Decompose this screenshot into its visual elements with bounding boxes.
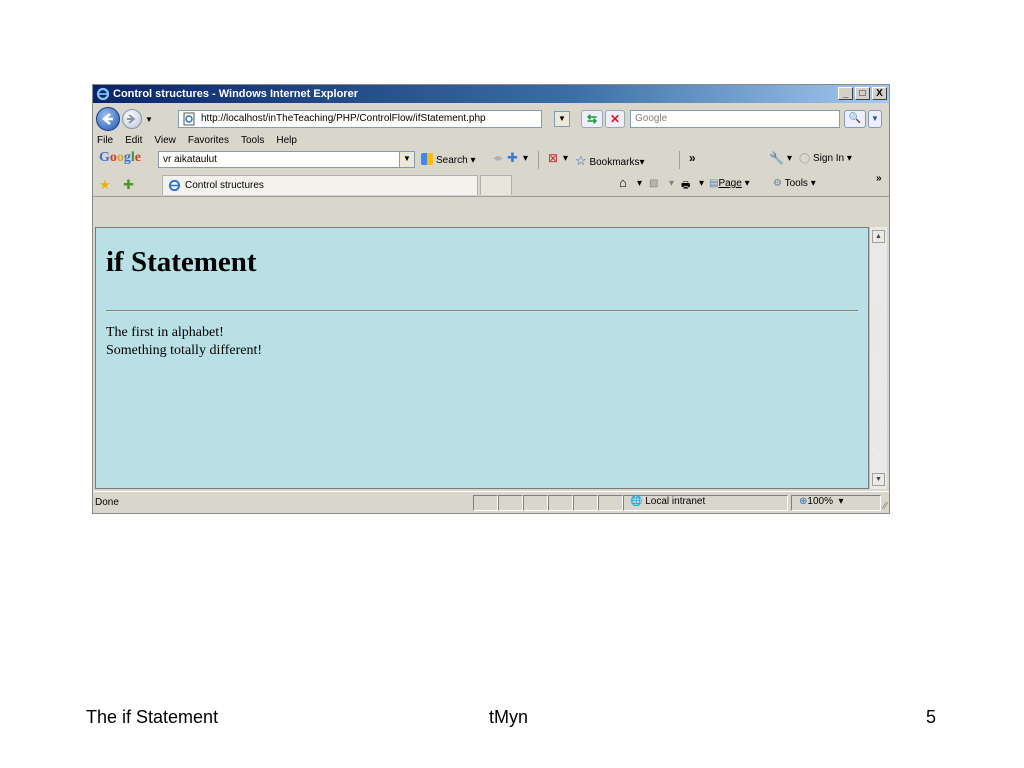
star-icon: ☆ <box>575 153 587 168</box>
recent-pages-dropdown-icon[interactable]: ▼ <box>145 115 153 124</box>
menu-view[interactable]: View <box>154 135 176 146</box>
refresh-button[interactable]: ⇆ <box>581 110 603 128</box>
globe-icon: 🌐 <box>630 496 643 507</box>
footer-left: The if Statement <box>86 707 219 727</box>
wrench-icon[interactable]: 🔧 <box>769 151 784 165</box>
more-commands-chevron[interactable]: » <box>876 173 882 184</box>
magnifier-icon: 🔍 <box>848 113 862 124</box>
address-url: http://localhost/inTheTeaching/PHP/Contr… <box>201 113 486 124</box>
favorites-star-icon[interactable]: ★ <box>99 177 111 193</box>
google-search-input[interactable]: vr aikataulut <box>158 151 413 168</box>
feeds-icon[interactable]: ▧ <box>649 178 658 189</box>
horizontal-rule <box>106 310 858 312</box>
address-row: ▼ http://localhost/inTheTeaching/PHP/Con… <box>93 105 889 133</box>
browser-window: Control structures - Windows Internet Ex… <box>92 84 890 514</box>
page-menu-button[interactable]: ▤Page ▾ <box>709 178 750 189</box>
toolbar-separator-icon: ◂▸ <box>493 153 504 164</box>
resize-grip-icon[interactable]: ⁄⁄ <box>884 501 887 512</box>
security-zone[interactable]: 🌐 Local intranet <box>630 495 705 511</box>
home-dropdown-icon[interactable]: ▾ <box>637 178 642 189</box>
page-heading: if Statement <box>106 246 257 278</box>
ie-tab-icon <box>168 179 181 192</box>
address-input[interactable]: http://localhost/inTheTeaching/PHP/Contr… <box>178 110 542 128</box>
google-query-dropdown[interactable]: ▼ <box>399 151 415 168</box>
address-dropdown-button[interactable]: ▼ <box>554 111 570 127</box>
google-search-label: Search <box>436 155 468 166</box>
menu-favorites[interactable]: Favorites <box>188 135 229 146</box>
user-circle-icon: ◯ <box>799 153 811 164</box>
status-pane <box>523 495 548 511</box>
favorites-bar: ★ ✚ Control structures ⌂ ▾ ▧ ▾ 🖶 ▾ ▤Page… <box>93 172 889 197</box>
menu-bar: File Edit View Favorites Tools Help <box>97 135 297 146</box>
menu-help[interactable]: Help <box>276 135 297 146</box>
status-pane <box>473 495 498 511</box>
scroll-up-arrow[interactable]: ▲ <box>872 230 885 243</box>
tools-gear-icon: ⚙ <box>773 178 782 189</box>
google-toolbar: Google vr aikataulut ▼ Search ▾ ◂▸ ✚ ▾ ⊠… <box>93 148 889 170</box>
page-icon <box>183 112 195 126</box>
page-content: if Statement The first in alphabet! Some… <box>95 227 869 489</box>
more-tools-chevron[interactable]: » <box>689 151 696 165</box>
menu-file[interactable]: File <box>97 135 113 146</box>
status-pane <box>598 495 623 511</box>
footer-page-number: 5 <box>926 707 937 727</box>
sign-in-label: Sign In <box>812 153 845 164</box>
new-tab-button[interactable] <box>480 175 512 195</box>
sign-in-button[interactable]: ◯ Sign In ▾ <box>799 153 852 164</box>
menu-edit[interactable]: Edit <box>125 135 142 146</box>
search-input[interactable]: Google <box>630 110 840 128</box>
search-button[interactable]: 🔍 <box>844 110 866 128</box>
popup-blocker-icon[interactable]: ⊠ <box>548 151 558 165</box>
toolbar-divider <box>538 151 539 169</box>
status-bar: Done 🌐 Local intranet ⊕100% ▾ ⁄⁄ <box>93 491 889 513</box>
tools-menu-button[interactable]: ⚙ Tools ▾ <box>773 178 816 189</box>
settings-dropdown-icon[interactable]: ▾ <box>787 153 792 164</box>
tools-menu-label: Tools <box>784 178 808 189</box>
puzzle-dropdown-icon[interactable]: ▾ <box>523 153 528 164</box>
content-line-1: The first in alphabet! <box>106 325 224 340</box>
page-menu-label: Page <box>718 178 742 189</box>
zoom-level[interactable]: ⊕100% ▾ <box>799 495 844 511</box>
popup-blocker-dropdown-icon[interactable]: ▾ <box>563 153 568 164</box>
back-arrow-icon <box>102 113 113 125</box>
stop-button[interactable]: ✕ <box>605 110 625 128</box>
google-search-icon <box>421 153 433 165</box>
close-button[interactable]: X <box>872 87 887 100</box>
back-button[interactable] <box>96 107 120 131</box>
bookmarks-label: Bookmarks <box>589 157 640 168</box>
vertical-scrollbar[interactable]: ▲ ▼ <box>869 227 887 489</box>
puzzle-icon[interactable]: ✚ <box>507 150 518 166</box>
print-dropdown-icon[interactable]: ▾ <box>699 178 704 189</box>
status-pane <box>548 495 573 511</box>
print-icon[interactable]: 🖶 <box>681 178 690 195</box>
bookmarks-button[interactable]: ☆ Bookmarks▾ <box>575 153 644 169</box>
maximize-button[interactable]: □ <box>855 87 870 100</box>
zoom-value: 100% <box>807 496 833 507</box>
zone-label: Local intranet <box>645 496 706 507</box>
toolbar-divider <box>679 151 680 169</box>
title-bar: Control structures - Windows Internet Ex… <box>93 85 889 103</box>
tab-title: Control structures <box>185 180 264 191</box>
search-options-dropdown[interactable]: ▼ <box>868 110 882 128</box>
forward-arrow-icon <box>127 114 136 124</box>
ie-logo-icon <box>96 87 110 101</box>
scroll-down-arrow[interactable]: ▼ <box>872 473 885 486</box>
content-line-2: Something totally different! <box>106 343 263 358</box>
google-search-button[interactable]: Search ▾ <box>421 153 476 166</box>
forward-button[interactable] <box>122 109 142 129</box>
status-pane <box>498 495 523 511</box>
window-title: Control structures - Windows Internet Ex… <box>113 88 358 100</box>
footer-center: tMyn <box>489 707 529 727</box>
minimize-button[interactable]: _ <box>838 87 853 100</box>
menu-tools[interactable]: Tools <box>241 135 264 146</box>
add-favorite-icon[interactable]: ✚ <box>123 177 134 193</box>
google-logo: Google <box>99 150 141 165</box>
home-icon[interactable]: ⌂ <box>619 175 627 190</box>
feeds-dropdown-icon[interactable]: ▾ <box>669 178 674 189</box>
tab-control-structures[interactable]: Control structures <box>162 175 478 195</box>
status-text: Done <box>95 497 119 508</box>
status-pane <box>573 495 598 511</box>
